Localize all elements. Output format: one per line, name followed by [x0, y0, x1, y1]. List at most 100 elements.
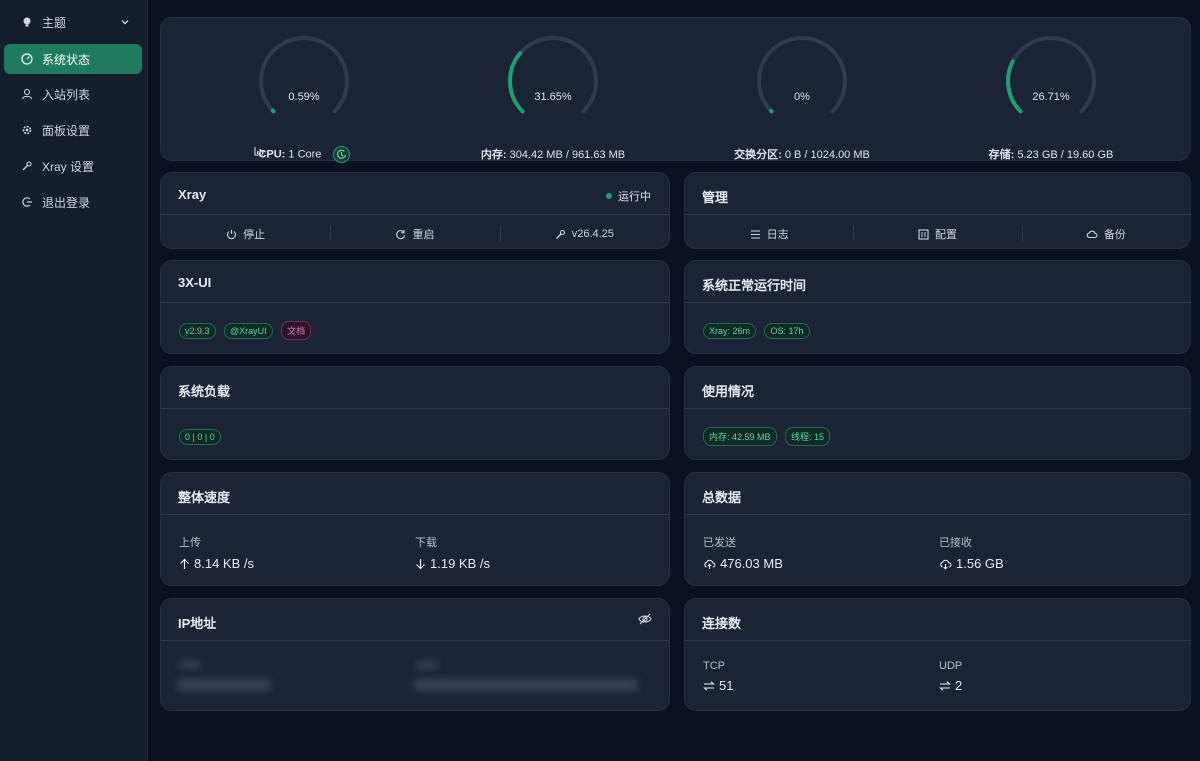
- udp-value: 2: [955, 678, 963, 693]
- arrow-down-icon: [415, 558, 426, 570]
- status-dot-icon: [606, 193, 612, 199]
- total-data-card: 总数据 已发送 476.03 MB 已接收 1.56 GB: [684, 472, 1191, 586]
- wrench-icon: [555, 229, 566, 240]
- xray-uptime-tag: Xray: 26m: [703, 323, 757, 339]
- sidebar-item-label: 主题: [42, 15, 67, 30]
- sidebar-item-theme[interactable]: 主题: [4, 7, 142, 37]
- logout-icon: [20, 195, 34, 209]
- download-value: 1.19 KB /s: [430, 556, 490, 571]
- sent-label: 已发送: [703, 537, 736, 549]
- sidebar-item-label: 面板设置: [42, 123, 91, 138]
- manage-actions: 日志 配置 备份: [685, 221, 1190, 247]
- stop-label: 停止: [243, 229, 266, 241]
- ipv6-value-redacted: [414, 679, 638, 691]
- gear-icon: [20, 123, 34, 137]
- uptime-card: 系统正常运行时间 Xray: 26m OS: 17h: [684, 260, 1191, 354]
- cloud-icon: [1086, 229, 1098, 240]
- udp-value-row: 2: [939, 678, 962, 693]
- tcp-value: 51: [719, 678, 734, 693]
- divider: [161, 214, 669, 215]
- config-button[interactable]: 配置: [853, 221, 1021, 247]
- received-value: 1.56 GB: [956, 556, 1004, 571]
- docs-tag[interactable]: 文档: [281, 321, 312, 340]
- swap-gauge: 0% 交换分区: 0 B / 1024.00 MB: [702, 36, 902, 166]
- sent-value: 476.03 MB: [720, 556, 783, 571]
- user-icon: [20, 87, 34, 101]
- chevron-down-icon: [120, 16, 130, 30]
- xray-version-label: v26.4.25: [571, 228, 614, 240]
- sidebar-item-label: 入站列表: [42, 87, 91, 102]
- sent-data: 已发送 476.03 MB: [703, 534, 783, 571]
- swap-gauge-ring: [757, 36, 847, 114]
- bulb-icon: [20, 15, 34, 29]
- usage-title: 使用情况: [702, 384, 755, 399]
- total-data-title: 总数据: [702, 490, 742, 505]
- divider: [685, 214, 1190, 215]
- logs-button[interactable]: 日志: [685, 221, 853, 247]
- sidebar-item-system-status[interactable]: 系统状态: [4, 44, 142, 74]
- telegram-tag[interactable]: @XrayUI: [223, 323, 273, 339]
- sidebar-item-panel-settings[interactable]: 面板设置: [4, 115, 142, 145]
- sidebar-item-inbounds[interactable]: 入站列表: [4, 79, 142, 109]
- swap-label: 交换分区: 0 B / 1024.00 MB: [702, 146, 902, 162]
- xray-title: Xray: [178, 187, 207, 202]
- cpu-label-value: 1 Core: [288, 148, 322, 161]
- restart-label: 重启: [412, 229, 435, 241]
- ipv6-label-redacted: [416, 661, 438, 669]
- sidebar-item-label: Xray 设置: [42, 159, 95, 174]
- download-label: 下载: [415, 537, 437, 549]
- cpu-gauge-ring: [259, 36, 349, 114]
- history-icon[interactable]: [332, 146, 350, 163]
- resource-gauges-card: 0.59% CPU: 1 Core 31.65% 内存: 304.42 MB /…: [160, 17, 1191, 163]
- storage-label-value: 5.23 GB / 19.60 GB: [1017, 149, 1114, 161]
- memory-label-key: 内存:: [480, 149, 507, 161]
- divider: [161, 514, 669, 515]
- stop-button[interactable]: 停止: [161, 221, 330, 247]
- swap-arrows-icon: [703, 680, 715, 692]
- cloud-download-icon: [939, 558, 952, 570]
- upload-speed: 上传 8.14 KB /s: [179, 534, 254, 571]
- divider: [685, 640, 1190, 641]
- xray-version-button[interactable]: v26.4.25: [499, 221, 669, 247]
- 3x-ui-tags: v2.9.3 @XrayUI 文档: [179, 321, 315, 340]
- divider: [685, 408, 1190, 409]
- tcp-value-row: 51: [703, 678, 733, 693]
- download-speed: 下载 1.19 KB /s: [415, 534, 490, 571]
- threads-tag: 线程: 15: [784, 427, 830, 446]
- sidebar-item-label: 退出登录: [42, 195, 91, 210]
- system-load-title: 系统负载: [178, 384, 231, 399]
- load-average-tag: 0 | 0 | 0: [179, 429, 221, 445]
- storage-percent: 26.71%: [1032, 91, 1070, 103]
- backup-button[interactable]: 备份: [1021, 221, 1190, 247]
- udp-label: UDP: [939, 660, 963, 672]
- ipv4-label-redacted: [179, 661, 201, 669]
- swap-label-key: 交换分区:: [734, 149, 782, 161]
- 3x-ui-card: 3X-UI v2.9.3 @XrayUI 文档: [160, 260, 670, 354]
- connections-card: 连接数 TCP 51 UDP 2: [684, 598, 1191, 711]
- logs-label: 日志: [766, 229, 789, 241]
- sidebar-item-logout[interactable]: 退出登录: [4, 187, 142, 217]
- uptime-tags: Xray: 26m OS: 17h: [703, 321, 814, 339]
- memory-label: 内存: 304.42 MB / 961.63 MB: [453, 146, 653, 162]
- dashboard-icon: [20, 52, 34, 66]
- config-icon: [918, 228, 929, 240]
- eye-off-icon[interactable]: [638, 612, 652, 631]
- tcp-label: TCP: [703, 660, 725, 672]
- sidebar-item-xray-settings[interactable]: Xray 设置: [4, 151, 142, 181]
- xray-card: Xray 运行中 停止 重启 v26.4.25: [160, 172, 670, 249]
- overall-speed-card: 整体速度 上传 8.14 KB /s 下载 1.19 KB /s: [160, 472, 670, 586]
- overall-speed-title: 整体速度: [178, 490, 231, 505]
- ip-address-title: IP地址: [178, 616, 217, 631]
- connections-title: 连接数: [702, 616, 742, 631]
- upload-value-row: 8.14 KB /s: [179, 556, 254, 571]
- uptime-title: 系统正常运行时间: [702, 278, 807, 293]
- ipv4-value-redacted: [177, 679, 271, 691]
- 3x-ui-title: 3X-UI: [178, 275, 212, 290]
- restart-button[interactable]: 重启: [330, 221, 499, 247]
- xray-status-text: 运行中: [618, 191, 651, 203]
- list-icon: [750, 229, 761, 240]
- sidebar-item-label: 系统状态: [42, 52, 91, 67]
- manage-title: 管理: [702, 190, 729, 205]
- version-tag: v2.9.3: [179, 323, 216, 339]
- xray-status-badge: 运行中: [606, 188, 651, 204]
